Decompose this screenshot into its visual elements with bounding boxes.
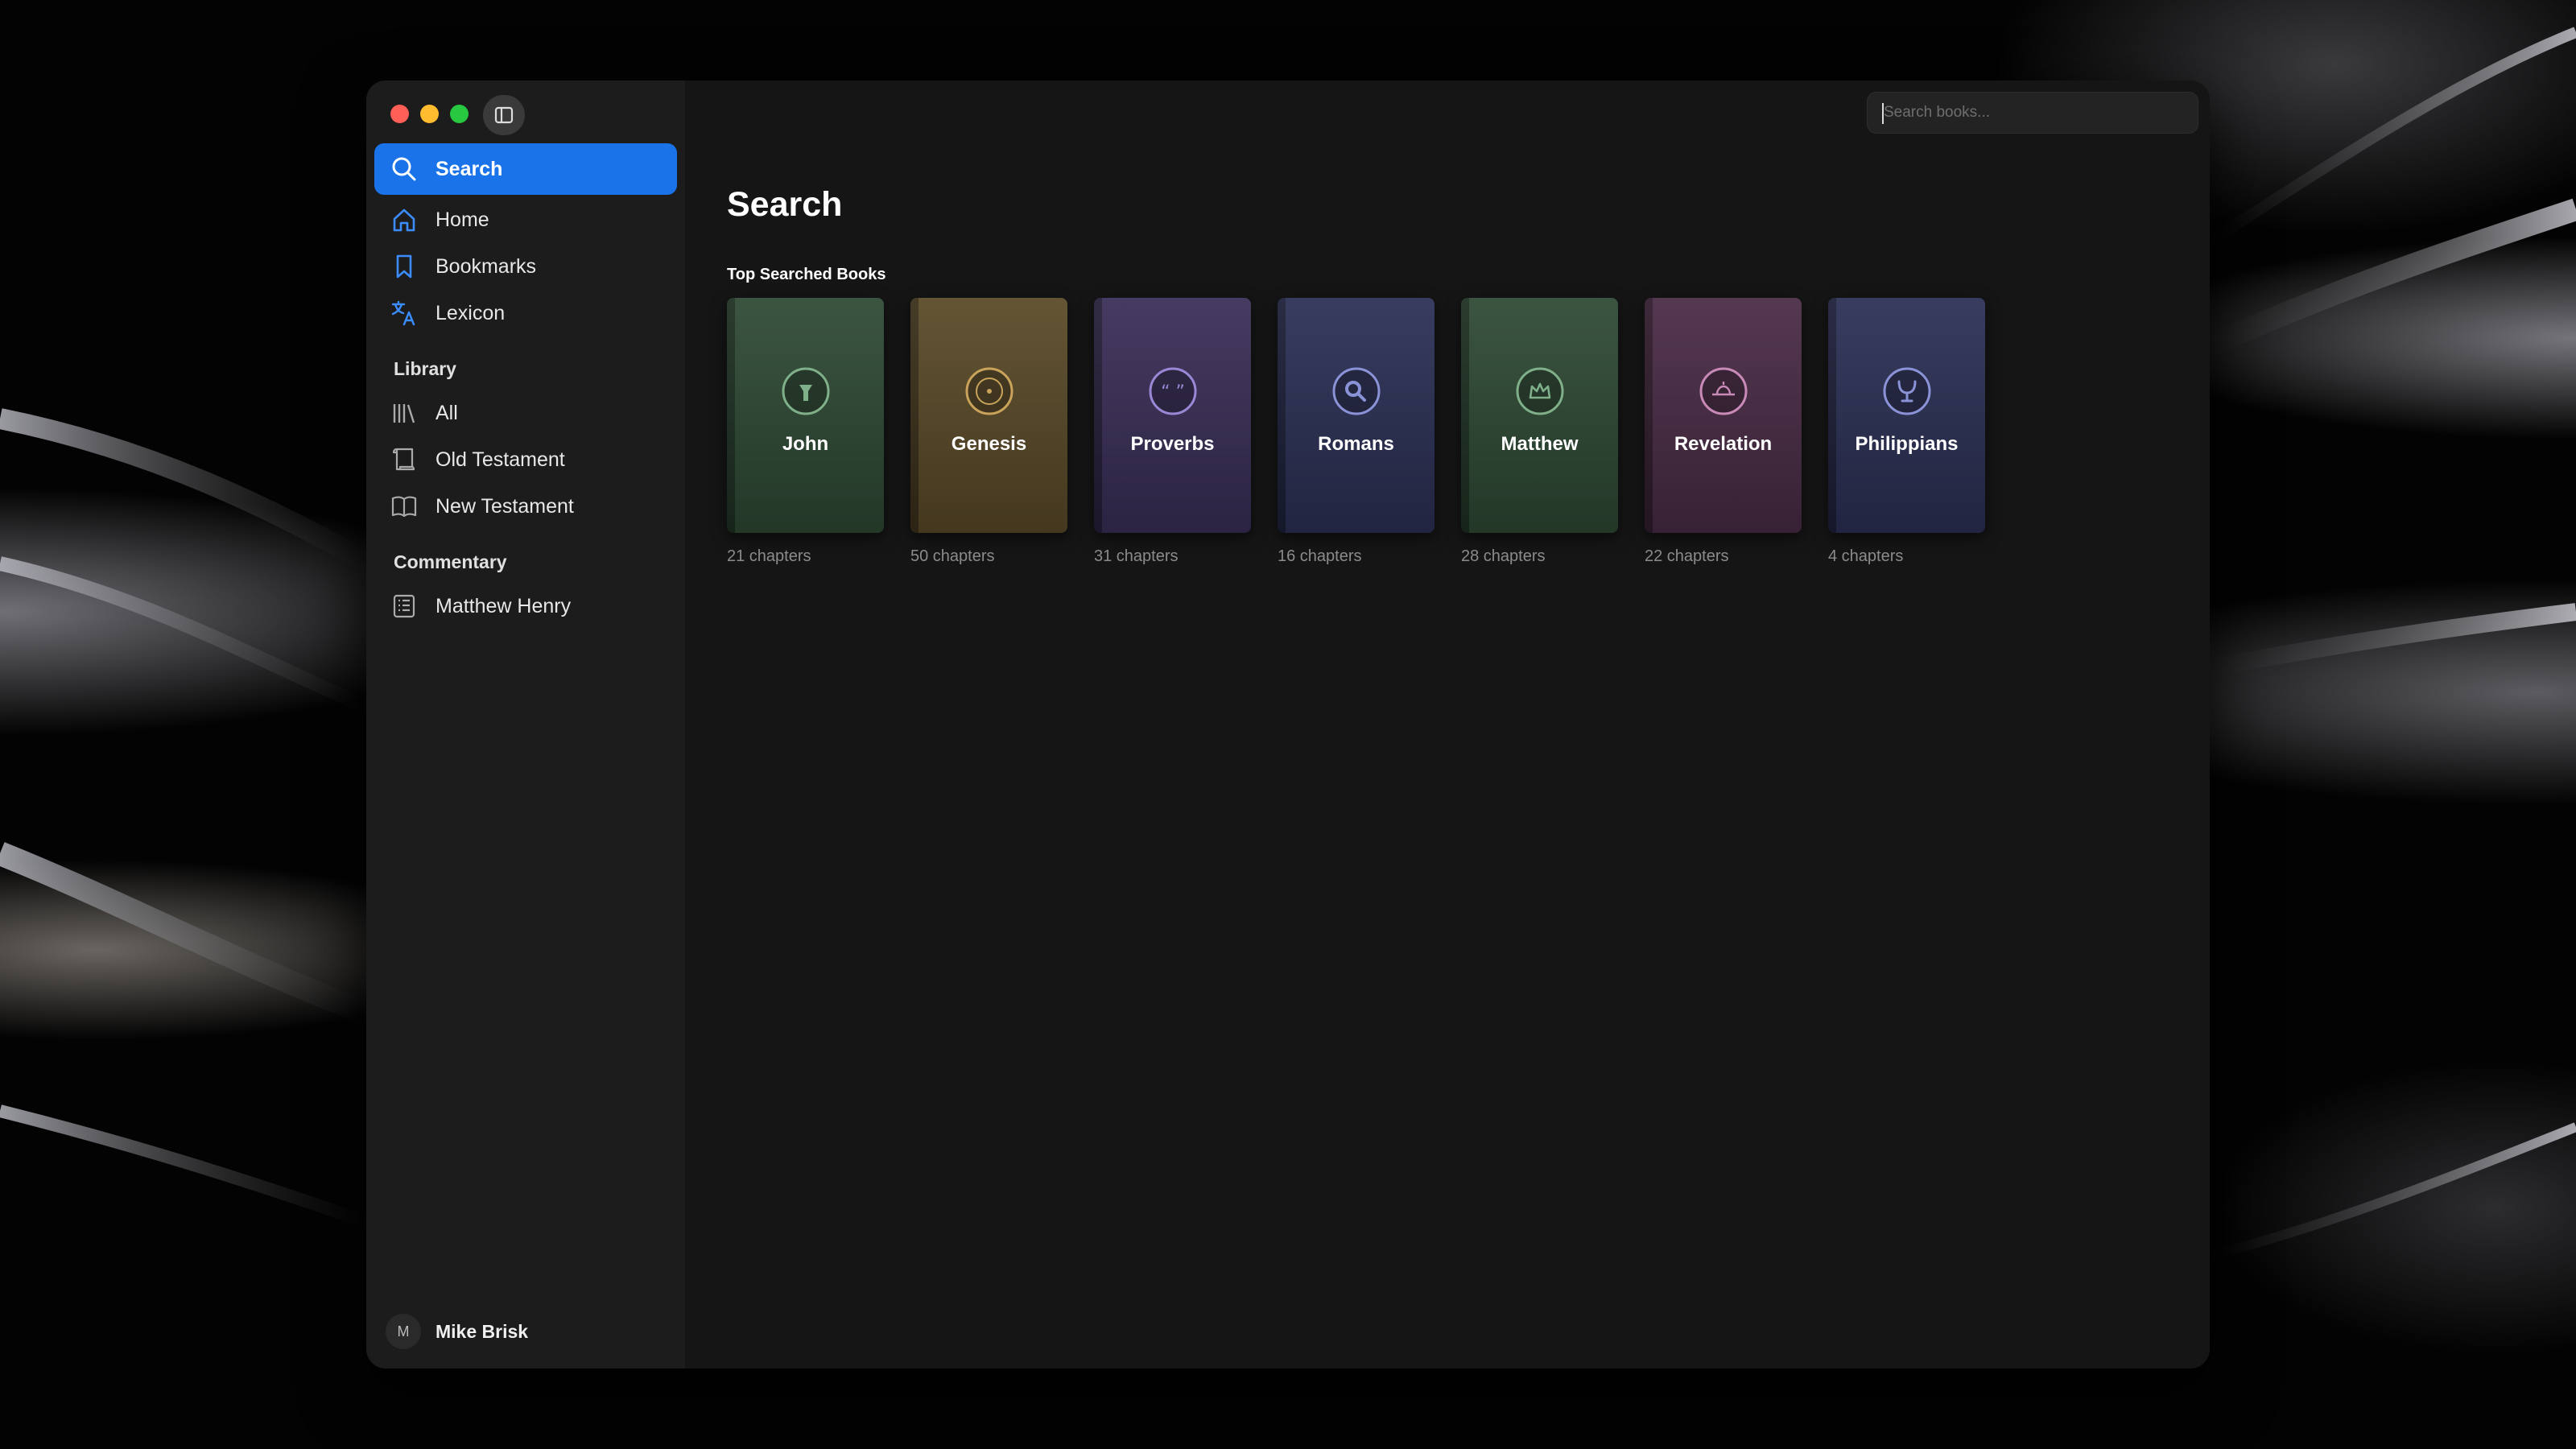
sidebar-item-label: Bookmarks [436, 254, 537, 278]
sidebar-toggle-button[interactable] [483, 95, 525, 135]
sidebar-item-label: Old Testament [436, 448, 565, 471]
key-icon [1331, 365, 1382, 417]
book-chapter-count: 50 chapters [910, 547, 995, 565]
svg-text:“ ”: “ ” [1161, 382, 1185, 402]
quote-icon: “ ” [1147, 365, 1199, 417]
books-icon [389, 398, 419, 428]
bookmark-icon [389, 251, 419, 282]
sidebar-item-label: Home [436, 208, 489, 231]
sidebar-item-new-testament[interactable]: New Testament [374, 483, 677, 530]
book-chapter-count: 16 chapters [1278, 547, 1362, 565]
sidebar-item-lexicon[interactable]: Lexicon [374, 290, 677, 336]
sidebar-item-bookmarks[interactable]: Bookmarks [374, 243, 677, 290]
book-cover: “ ” Proverbs [1094, 298, 1251, 533]
book-card-genesis[interactable]: Genesis 50 chapters [910, 298, 1067, 566]
magnifier-icon [389, 154, 419, 184]
book-title: Matthew [1501, 433, 1579, 455]
sidebar-item-label: Lexicon [436, 301, 506, 324]
sidebar-item-old-testament[interactable]: Old Testament [374, 436, 677, 483]
book-cover: John [727, 298, 884, 533]
book-card-matthew[interactable]: Matthew 28 chapters [1461, 298, 1618, 566]
sidebar: Search Home Bookmarks Lexicon Library Al… [366, 80, 685, 1368]
book-card-revelation[interactable]: Revelation 22 chapters [1645, 298, 1802, 566]
book-card-romans[interactable]: Romans 16 chapters [1278, 298, 1435, 566]
book-chapter-count: 31 chapters [1094, 547, 1179, 565]
book-card-john[interactable]: John 21 chapters [727, 298, 884, 566]
book-title: John [782, 433, 829, 455]
sidebar-item-search[interactable]: Search [374, 143, 677, 195]
window-controls [390, 105, 469, 123]
app-window: Search Home Bookmarks Lexicon Library Al… [366, 80, 2210, 1368]
sidebar-toggle-icon [494, 106, 514, 124]
close-window-button[interactable] [390, 105, 409, 123]
book-cover: Romans [1278, 298, 1435, 533]
book-title: Romans [1318, 433, 1394, 455]
user-name: Mike Brisk [436, 1320, 529, 1342]
list-book-icon [389, 591, 419, 621]
sidebar-item-label: New Testament [436, 494, 574, 518]
book-cover: Genesis [910, 298, 1067, 533]
scroll-icon [389, 444, 419, 475]
horizon-icon [1698, 365, 1749, 417]
library-section-title: Library [394, 357, 456, 379]
book-title: Revelation [1674, 433, 1773, 455]
translate-icon [389, 298, 419, 328]
sidebar-item-label: Matthew Henry [436, 594, 572, 617]
sidebar-item-label: Search [436, 157, 503, 180]
page-title: Search [727, 185, 843, 224]
avatar: M [386, 1314, 421, 1349]
torch-icon [780, 365, 832, 417]
sidebar-nav: Search Home Bookmarks Lexicon Library Al… [374, 143, 677, 630]
book-card-proverbs[interactable]: “ ” Proverbs 31 chapters [1094, 298, 1251, 566]
sidebar-item-matthew-henry[interactable]: Matthew Henry [374, 583, 677, 630]
book-grid: John 21 chapters Genesis 50 chapters “ ” [727, 298, 1985, 566]
book-chapter-count: 21 chapters [727, 547, 811, 565]
main-content: Search Top Searched Books John 21 chapte… [685, 80, 2210, 1368]
book-title: Genesis [951, 433, 1027, 455]
open-book-icon [389, 491, 419, 522]
book-cover: Revelation [1645, 298, 1802, 533]
sidebar-item-home[interactable]: Home [374, 196, 677, 243]
book-cover: Matthew [1461, 298, 1618, 533]
book-chapter-count: 22 chapters [1645, 547, 1729, 565]
user-profile[interactable]: M Mike Brisk [386, 1314, 528, 1349]
chalice-icon [1881, 365, 1933, 417]
top-searched-label: Top Searched Books [727, 266, 886, 283]
book-chapter-count: 4 chapters [1828, 547, 1904, 565]
book-cover: Philippians [1828, 298, 1985, 533]
search-input[interactable] [1868, 93, 2198, 133]
text-caret [1882, 103, 1884, 124]
house-icon [389, 204, 419, 235]
sidebar-item-all[interactable]: All [374, 390, 677, 436]
commentary-section-title: Commentary [394, 551, 507, 572]
book-chapter-count: 28 chapters [1461, 547, 1546, 565]
zoom-window-button[interactable] [450, 105, 469, 123]
search-box[interactable] [1867, 92, 2198, 134]
book-title: Philippians [1855, 433, 1959, 455]
minimize-window-button[interactable] [420, 105, 439, 123]
book-title: Proverbs [1130, 433, 1215, 455]
crown-icon [1514, 365, 1566, 417]
sun-icon [964, 365, 1015, 417]
sidebar-item-label: All [436, 401, 458, 424]
book-card-philippians[interactable]: Philippians 4 chapters [1828, 298, 1985, 566]
